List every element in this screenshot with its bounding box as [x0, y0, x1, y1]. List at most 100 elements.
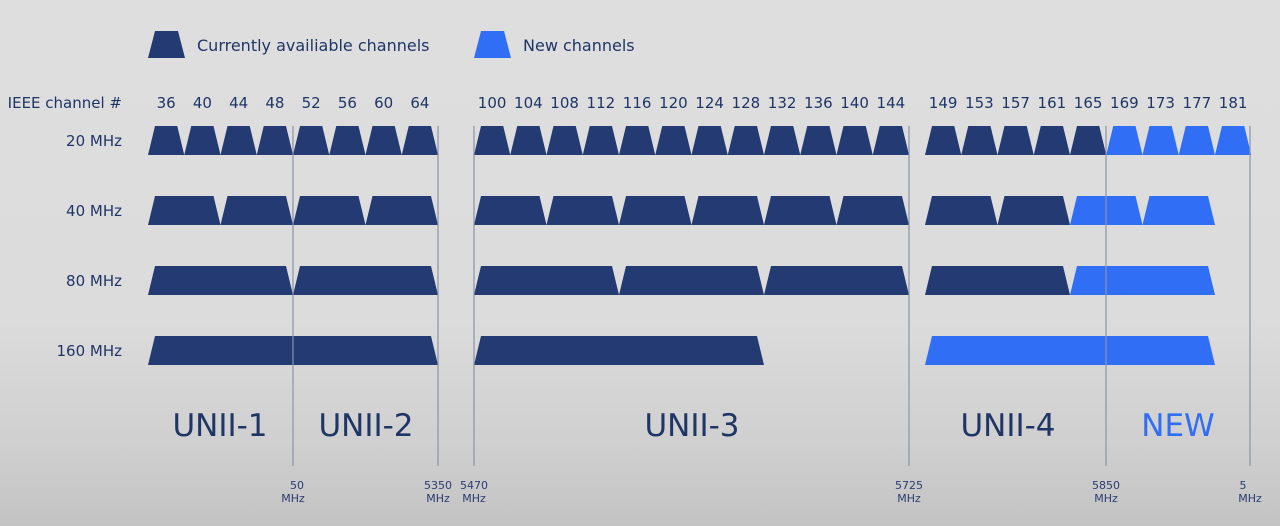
channel-bar-current [619, 266, 764, 295]
channel-number: 100 [478, 94, 507, 112]
channel-bar-new [1215, 126, 1252, 155]
channel-number: 52 [302, 94, 321, 112]
channel-number: 132 [768, 94, 797, 112]
channel-bar-current [365, 126, 402, 155]
freq-unit: MHz [426, 492, 450, 505]
channel-number: 177 [1183, 94, 1212, 112]
band-dividers [292, 126, 1251, 466]
channel-bar-current [997, 196, 1070, 225]
channel-bar-current [474, 336, 764, 365]
channel-number: 140 [840, 94, 869, 112]
channel-bar-current [764, 266, 909, 295]
channel-bar-new [1178, 126, 1215, 155]
band-labels: UNII-1 UNII-2 UNII-3 UNII-4 NEW [172, 408, 1214, 444]
channel-numbers: 36 40 44 48 52 56 60 64 100 104 108 112 116 120 124 128… [157, 94, 1248, 112]
freq-marker: 5850 MHz [1092, 479, 1120, 505]
channel-number: 165 [1074, 94, 1103, 112]
channel-bar-current [220, 126, 257, 155]
freq-marker: 5350 MHz [424, 479, 452, 505]
freq-value: 5850 [1092, 479, 1120, 492]
channel-bar-current [764, 126, 801, 155]
channel-bar-current [293, 196, 366, 225]
freq-unit: MHz [281, 492, 305, 505]
channel-bar-current [293, 126, 330, 155]
channel-bar-current [256, 126, 293, 155]
channel-bar-current [691, 196, 764, 225]
channel-bar-current [474, 196, 547, 225]
channel-number: 108 [550, 94, 579, 112]
channel-number: 104 [514, 94, 543, 112]
channel-bar-current [836, 126, 873, 155]
channel-bar-current [619, 126, 656, 155]
band-label-unii-4: UNII-4 [960, 408, 1055, 444]
channel-number: 60 [374, 94, 393, 112]
channel-bar-current [925, 266, 1070, 295]
channel-number: 56 [338, 94, 357, 112]
freq-value: 50 [290, 479, 304, 492]
channel-bar-current [220, 196, 293, 225]
channel-bar-current [546, 196, 619, 225]
channel-bar-current [655, 126, 692, 155]
legend: Currently availiable channels New channe… [148, 31, 635, 58]
channel-bar-current [184, 126, 221, 155]
channel-bar-current [691, 126, 728, 155]
channel-bar-current [997, 126, 1034, 155]
channel-bar-current [474, 266, 619, 295]
channel-number: 161 [1038, 94, 1067, 112]
band-label-unii-1: UNII-1 [172, 408, 267, 444]
channel-number: 48 [265, 94, 284, 112]
channel-number: 112 [587, 94, 616, 112]
freq-value: 5350 [424, 479, 452, 492]
channel-number: 120 [659, 94, 688, 112]
channel-bar-new [1142, 126, 1179, 155]
row-label: 40 MHz [66, 202, 122, 220]
channel-number: 116 [623, 94, 652, 112]
band-label-unii-2: UNII-2 [318, 408, 413, 444]
channel-bar-current [148, 126, 185, 155]
channel-bar-current [925, 196, 998, 225]
legend-item-current: Currently availiable channels [148, 31, 430, 58]
channel-bar-current [800, 126, 837, 155]
channel-number: 169 [1110, 94, 1139, 112]
channel-number: 36 [157, 94, 176, 112]
channel-number: 157 [1001, 94, 1030, 112]
freq-marker: 5725 MHz [895, 479, 923, 505]
freq-unit: MHz [1238, 492, 1262, 505]
channel-number: 124 [695, 94, 724, 112]
channel-bar-current [365, 196, 438, 225]
channel-bar-current [925, 126, 962, 155]
legend-swatch-current [148, 31, 185, 58]
channel-number: 144 [877, 94, 906, 112]
channel-bar-current [619, 196, 692, 225]
channel-bar-new [1142, 196, 1215, 225]
channel-number: 128 [732, 94, 761, 112]
channel-bar-current [961, 126, 998, 155]
legend-item-new: New channels [474, 31, 635, 58]
freq-value: 5470 [460, 479, 488, 492]
channel-bar-new [925, 336, 1215, 365]
freq-value: 5 [1240, 479, 1247, 492]
channel-number: 136 [804, 94, 833, 112]
channel-bar-current [727, 126, 764, 155]
freq-marker: 50 MHz [281, 479, 305, 505]
channel-bar-current [329, 126, 366, 155]
legend-label-current: Currently availiable channels [197, 36, 430, 55]
channel-bar-current [401, 126, 438, 155]
channel-number: 153 [965, 94, 994, 112]
freq-unit: MHz [897, 492, 921, 505]
freq-value: 5725 [895, 479, 923, 492]
channel-bar-current [1070, 126, 1107, 155]
channel-bar-new [1070, 266, 1215, 295]
channel-bar-current [546, 126, 583, 155]
channel-diagram: Currently availiable channels New channe… [8, 31, 1262, 505]
frequency-markers: 50 MHz 5350 MHz 5470 MHz 5725 MHz 5850 M… [281, 479, 1262, 505]
freq-unit: MHz [462, 492, 486, 505]
channel-bars [148, 126, 1252, 365]
row-label: 80 MHz [66, 272, 122, 290]
channel-bar-current [148, 196, 221, 225]
channel-number: 173 [1146, 94, 1175, 112]
channel-bar-current [510, 126, 547, 155]
row-label: 160 MHz [57, 342, 123, 360]
freq-unit: MHz [1094, 492, 1118, 505]
channel-bar-current [148, 266, 293, 295]
